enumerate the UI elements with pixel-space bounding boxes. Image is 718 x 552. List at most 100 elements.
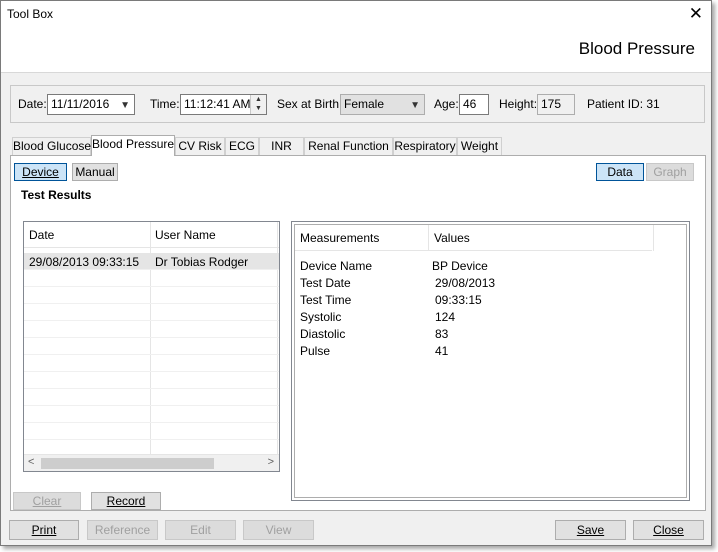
page-title: Blood Pressure [578,39,695,58]
measurement-name: Device Name [300,259,373,273]
measurement-name: Systolic [300,310,342,324]
edit-button[interactable]: Edit [165,520,236,540]
graph-view-button[interactable]: Graph [646,163,694,181]
measurement-name: Diastolic [300,327,346,341]
column-divider [428,225,429,251]
row-user-name: Dr Tobias Rodger [155,255,249,269]
date-picker[interactable]: 11/11/2016 ▼ [47,94,135,115]
empty-row [24,389,279,406]
measurement-row: Systolic 124 [295,309,686,326]
view-button[interactable]: View [243,520,314,540]
measurement-row: Diastolic 83 [295,326,686,343]
record-button-label: Record [106,494,146,508]
data-view-button[interactable]: Data [596,163,644,181]
scroll-left-icon[interactable]: < [28,456,34,468]
page-header: Blood Pressure [1,29,711,73]
device-button[interactable]: Device [14,163,67,181]
empty-row [24,304,279,321]
empty-row [24,270,279,287]
empty-row [24,406,279,423]
clear-button-label: Clear [32,494,62,508]
record-button[interactable]: Record [91,492,161,510]
time-value: 11:12:41 AM [184,97,251,111]
results-header: Date User Name [24,222,279,248]
empty-row [24,423,279,440]
close-button[interactable]: Close [633,520,704,540]
print-button-label: Print [31,523,57,537]
manual-button[interactable]: Manual [72,163,118,181]
empty-row [24,321,279,338]
column-divider [653,225,654,251]
measurements-panel: Measurements Values Device Name BP Devic… [291,221,690,501]
column-header-values[interactable]: Values [434,231,470,245]
tab-inr[interactable]: INR [259,137,304,156]
age-field[interactable]: 46 [459,94,489,115]
measurement-value: 41 [435,344,449,358]
scrollbar-thumb[interactable] [41,458,214,469]
measurement-name: Pulse [300,344,331,358]
tab-cv-risk[interactable]: CV Risk [175,137,225,156]
print-button[interactable]: Print [9,520,79,540]
tool-box-window: Tool Box ✕ Blood Pressure Date: 11/11/20… [0,0,712,546]
table-row[interactable]: 29/08/2013 09:33:15 Dr Tobias Rodger [24,253,279,270]
column-header-date[interactable]: Date [29,228,54,242]
empty-row [24,355,279,372]
save-button[interactable]: Save [555,520,626,540]
sex-at-birth-value: Female [344,97,385,111]
measurement-value: 29/08/2013 [435,276,496,290]
spin-down-icon[interactable]: ▼ [251,104,266,113]
tab-ecg[interactable]: ECG [225,137,259,156]
patient-id: Patient ID: 31 [587,97,660,111]
time-label: Time: [150,97,180,111]
measurements-header: Measurements Values [295,225,652,251]
measurement-name: Test Date [300,276,351,290]
save-button-label: Save [576,523,605,537]
measurement-row: Device Name BP Device [295,258,686,275]
close-button-label: Close [653,523,684,537]
row-date: 29/08/2013 09:33:15 [29,255,140,269]
measurement-value: 83 [435,327,449,341]
tab-respiratory[interactable]: Respiratory [393,137,457,156]
measurement-value: BP Device [432,259,488,273]
empty-row [24,287,279,304]
blood-pressure-panel: Device Manual Data Graph Test Results Da… [10,155,706,511]
device-button-label: Device [22,165,59,179]
chevron-down-icon[interactable]: ▼ [410,96,420,115]
date-value: 11/11/2016 [51,97,110,111]
tab-blood-glucose[interactable]: Blood Glucose [12,137,91,156]
close-icon[interactable]: ✕ [689,4,703,24]
age-label: Age: [434,97,459,111]
horizontal-scrollbar[interactable]: < > [24,454,279,471]
date-label: Date: [18,97,47,111]
chevron-down-icon[interactable]: ▼ [120,96,130,115]
spin-up-icon[interactable]: ▲ [251,95,266,104]
measurement-value: 09:33:15 [435,293,482,307]
sex-at-birth-label: Sex at Birth: [277,97,343,111]
height-label: Height: [499,97,538,111]
tab-blood-pressure[interactable]: Blood Pressure [91,135,175,156]
measurement-value: 124 [435,310,456,324]
clear-button[interactable]: Clear [13,492,81,510]
scroll-right-icon[interactable]: > [268,456,274,468]
time-spinner[interactable]: ▲ ▼ [250,95,266,114]
test-results-list[interactable]: Date User Name 29/08/2013 09:33:15 Dr To… [23,221,280,472]
column-header-user-name[interactable]: User Name [155,228,216,242]
tab-renal-function[interactable]: Renal Function [304,137,393,156]
window-title: Tool Box [7,7,54,21]
patient-info-bar: Date: 11/11/2016 ▼ Time: 11:12:41 AM ▲ ▼… [10,85,705,123]
section-title: Test Results [21,188,92,202]
measurement-name: Test Time [300,293,352,307]
measurements-list[interactable]: Measurements Values Device Name BP Devic… [294,224,687,498]
tab-weight[interactable]: Weight [457,137,502,156]
column-header-measurements[interactable]: Measurements [300,231,379,245]
empty-row [24,338,279,355]
measurement-row: Pulse 41 [295,343,686,360]
reference-button[interactable]: Reference [87,520,158,540]
measurement-row: Test Date 29/08/2013 [295,275,686,292]
title-bar: Tool Box ✕ [1,1,711,29]
height-field[interactable]: 175 [537,94,575,115]
measurement-row: Test Time 09:33:15 [295,292,686,309]
time-field[interactable]: 11:12:41 AM ▲ ▼ [180,94,267,115]
sex-at-birth-select[interactable]: Female ▼ [340,94,425,115]
empty-row [24,372,279,389]
